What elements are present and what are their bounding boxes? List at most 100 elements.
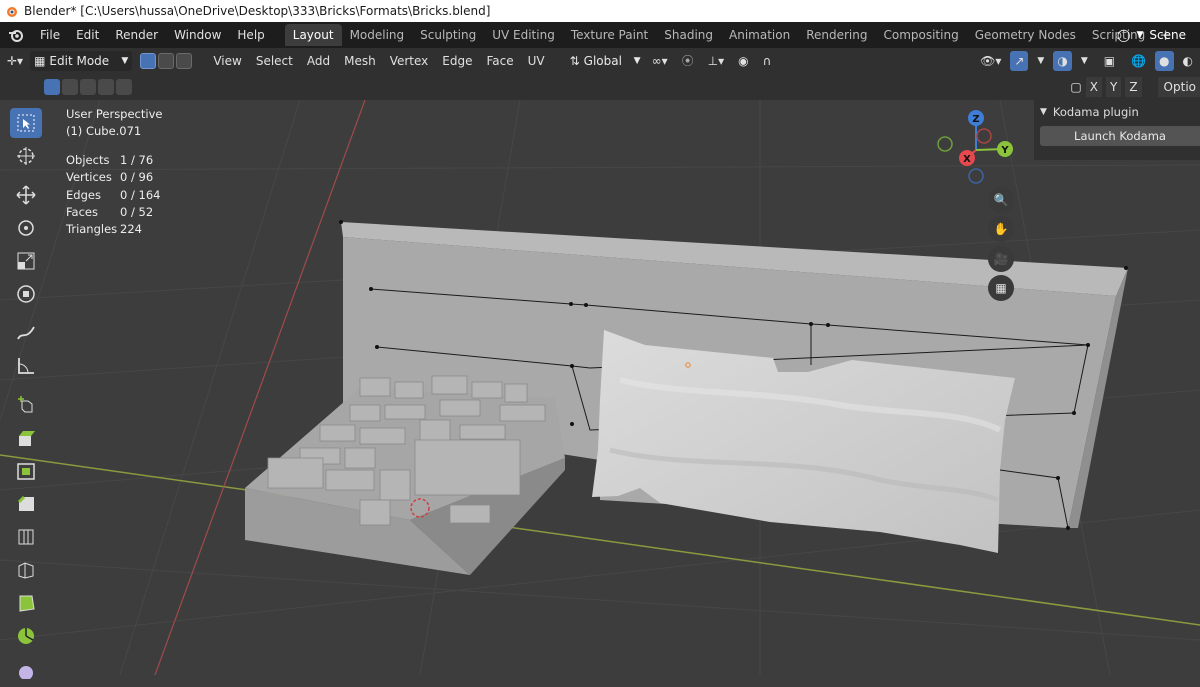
- tab-compositing[interactable]: Compositing: [875, 24, 966, 46]
- face-select-icon[interactable]: [176, 53, 193, 69]
- menu-file[interactable]: File: [32, 24, 68, 46]
- orientation-dropdown[interactable]: ⇅ Global ▼: [566, 51, 645, 71]
- select-new-icon[interactable]: [44, 79, 60, 95]
- menu-face[interactable]: Face: [479, 51, 520, 71]
- bevel-icon[interactable]: [10, 489, 42, 519]
- select-box-icon[interactable]: [10, 108, 42, 138]
- chevron-down-icon: ▼: [633, 56, 641, 66]
- rotate-icon[interactable]: [10, 213, 42, 243]
- blender-menu-icon[interactable]: [0, 28, 32, 42]
- stat-label: Objects: [66, 153, 110, 167]
- wireframe-shading-icon[interactable]: 🌐: [1124, 51, 1153, 71]
- blender-logo-icon: [7, 7, 17, 17]
- launch-kodama-button[interactable]: Launch Kodama: [1040, 126, 1200, 146]
- tab-texture-paint[interactable]: Texture Paint: [563, 24, 656, 46]
- transform-icon[interactable]: [10, 279, 42, 309]
- poly-build-icon[interactable]: [10, 588, 42, 618]
- spin-icon[interactable]: [10, 621, 42, 651]
- select-mode-group: [140, 53, 193, 69]
- perspective-grid-icon[interactable]: ▦: [988, 275, 1014, 301]
- stat-value: 0 / 52: [120, 204, 154, 219]
- pivot-point-icon[interactable]: ∞▾: [645, 51, 675, 71]
- mirror-y-toggle[interactable]: Y: [1105, 77, 1122, 97]
- select-subtract-icon[interactable]: [80, 79, 96, 95]
- stat-label: Edges: [66, 187, 101, 202]
- menu-uv[interactable]: UV: [521, 51, 552, 71]
- tab-animation[interactable]: Animation: [721, 24, 798, 46]
- perspective-label: User Perspective: [66, 107, 163, 121]
- menu-select[interactable]: Select: [249, 51, 300, 71]
- scene-icon: ◯: [1117, 28, 1131, 42]
- scale-icon[interactable]: [10, 246, 42, 276]
- menu-edge[interactable]: Edge: [435, 51, 479, 71]
- tab-sculpting[interactable]: Sculpting: [412, 24, 484, 46]
- tab-geometry-nodes[interactable]: Geometry Nodes: [967, 24, 1084, 46]
- chevron-down-icon: ▼: [121, 56, 129, 66]
- camera-view-icon[interactable]: 🎥: [988, 246, 1014, 272]
- mirror-x-toggle[interactable]: X: [1085, 77, 1102, 97]
- edge-select-icon[interactable]: [158, 53, 175, 69]
- menu-view[interactable]: View: [206, 51, 248, 71]
- loop-cut-icon[interactable]: [10, 522, 42, 552]
- mirror-z-toggle[interactable]: Z: [1125, 77, 1142, 97]
- solid-shading-icon[interactable]: ●: [1155, 51, 1174, 71]
- snap-icon[interactable]: ⦿: [675, 51, 701, 71]
- chevron-down-icon: ▼: [1040, 107, 1047, 117]
- options-button[interactable]: Optio: [1157, 77, 1200, 97]
- tab-rendering[interactable]: Rendering: [798, 24, 875, 46]
- tab-uv-editing[interactable]: UV Editing: [484, 24, 563, 46]
- gizmo-z-label: Z: [972, 114, 979, 125]
- visibility-icon[interactable]: 👁▾: [973, 51, 1008, 71]
- select-intersect-icon[interactable]: [116, 79, 132, 95]
- kodama-plugin-panel: ▼ Kodama plugin Launch Kodama: [1034, 100, 1200, 160]
- knife-icon[interactable]: [10, 555, 42, 585]
- annotate-icon[interactable]: [10, 318, 42, 348]
- top-bar: File Edit Render Window Help Layout Mode…: [0, 22, 1200, 48]
- scene-selector[interactable]: ◯ ▼ Scene: [1117, 22, 1200, 48]
- extrude-icon[interactable]: [10, 423, 42, 453]
- zoom-icon[interactable]: 🔍: [988, 187, 1014, 213]
- add-cube-icon[interactable]: [10, 390, 42, 420]
- smooth-icon[interactable]: [10, 654, 42, 684]
- edit-mode-icon: ▦: [34, 54, 46, 68]
- stat-value: 1 / 76: [120, 153, 154, 167]
- menu-add[interactable]: Add: [300, 51, 337, 71]
- mode-label: Edit Mode: [49, 54, 110, 68]
- inset-icon[interactable]: [10, 456, 42, 486]
- overlays-icon[interactable]: ◑: [1053, 51, 1072, 71]
- xray-icon[interactable]: ▣: [1097, 51, 1122, 71]
- menu-vertex[interactable]: Vertex: [383, 51, 436, 71]
- window-title: Blender* [C:\Users\hussa\OneDrive\Deskto…: [24, 4, 491, 18]
- pan-hand-icon[interactable]: ✋: [988, 216, 1014, 242]
- cursor-icon[interactable]: [10, 141, 42, 171]
- tab-shading[interactable]: Shading: [656, 24, 721, 46]
- material-shading-icon[interactable]: ◐: [1176, 51, 1200, 71]
- viewport-subheader: ▢ X Y Z Optio: [0, 74, 1200, 100]
- menu-window[interactable]: Window: [166, 24, 229, 46]
- tab-layout[interactable]: Layout: [284, 24, 342, 46]
- tab-modeling[interactable]: Modeling: [342, 24, 413, 46]
- measure-icon[interactable]: [10, 351, 42, 381]
- chevron-down-icon[interactable]: ▼: [1030, 51, 1051, 71]
- menu-help[interactable]: Help: [229, 24, 272, 46]
- move-icon[interactable]: [10, 180, 42, 210]
- chevron-down-icon[interactable]: ▼: [1074, 51, 1095, 71]
- snap-target-icon[interactable]: ⊥▾: [701, 51, 731, 71]
- transform-pivot-icon[interactable]: ✛▾: [0, 51, 30, 71]
- menu-edit[interactable]: Edit: [68, 24, 107, 46]
- gizmo-toggle-icon[interactable]: ↗: [1010, 51, 1029, 71]
- navigation-gizmo[interactable]: Z Y X: [928, 106, 1018, 186]
- menu-render[interactable]: Render: [107, 24, 166, 46]
- select-invert-icon[interactable]: [98, 79, 114, 95]
- proportional-edit-icon[interactable]: ◉: [731, 51, 755, 71]
- select-extend-icon[interactable]: [62, 79, 78, 95]
- vertex-select-icon[interactable]: [140, 53, 157, 69]
- mirror-axes: ▢ X Y Z Optio: [1070, 77, 1200, 97]
- 3d-viewport[interactable]: Z Y X 🔍 ✋ 🎥 ▦: [0, 100, 1200, 675]
- mode-dropdown[interactable]: ▦ Edit Mode ▼: [30, 51, 133, 71]
- falloff-icon[interactable]: ∩: [756, 51, 779, 71]
- menu-mesh[interactable]: Mesh: [337, 51, 383, 71]
- panel-header[interactable]: ▼ Kodama plugin: [1034, 100, 1200, 124]
- tool-shelf: [6, 106, 48, 687]
- chevron-down-icon: ▼: [1136, 30, 1144, 40]
